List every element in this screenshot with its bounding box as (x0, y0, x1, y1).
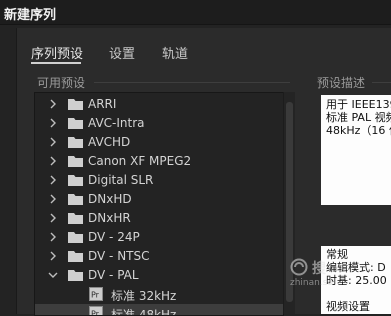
folder-icon (68, 212, 83, 224)
preset-folder-dnxhd[interactable]: DNxHD (35, 190, 283, 209)
watermark: 搜 zhinan.so (290, 258, 390, 298)
preset-folder-dv-ntsc[interactable]: DV - NTSC (35, 247, 283, 266)
search-logo-icon (290, 258, 308, 276)
chevron-right-icon[interactable] (48, 175, 58, 185)
svg-text:Pr: Pr (91, 310, 100, 316)
chevron-right-icon[interactable] (48, 99, 58, 109)
svg-text:Pr: Pr (91, 291, 100, 300)
list-item-label: ARRI (88, 97, 116, 111)
watermark-subtext: zhinan.so (290, 278, 333, 288)
folder-icon (68, 269, 83, 281)
active-tab-indicator (31, 62, 81, 64)
chevron-right-icon[interactable] (48, 118, 58, 128)
list-item-label: DV - 24P (88, 230, 140, 244)
description-line: 48kHz（16 位 (326, 124, 391, 137)
description-line: 用于 IEEE139 (326, 98, 391, 111)
preset-folder-canon-xf-mpeg2[interactable]: Canon XF MPEG2 (35, 152, 283, 171)
tab-settings[interactable]: 设置 (109, 43, 135, 62)
description-line: 标准 PAL 视频 (326, 111, 391, 124)
preset-description-label: 预设描述 (317, 74, 365, 91)
chevron-right-icon[interactable] (48, 137, 58, 147)
chevron-right-icon[interactable] (48, 194, 58, 204)
preset-folder-arri[interactable]: ARRI (35, 95, 283, 114)
folder-icon (68, 174, 83, 186)
list-item-label: Digital SLR (88, 173, 153, 187)
preset-folder-avchd[interactable]: AVCHD (35, 133, 283, 152)
window-title: 新建序列 (4, 4, 56, 23)
preset-folder-avc-intra[interactable]: AVC-Intra (35, 114, 283, 133)
preset-standard-32khz[interactable]: Pr 标准 32kHz (35, 285, 283, 304)
list-item-label: AVCHD (88, 135, 130, 149)
folder-icon (68, 98, 83, 110)
watermark-text: 搜 (312, 258, 326, 278)
preset-folder-dnxhr[interactable]: DNxHR (35, 209, 283, 228)
list-item-label: 标准 48kHz (111, 306, 176, 316)
list-item-label: DNxHD (88, 192, 132, 206)
description-divider (372, 82, 391, 83)
folder-icon (68, 250, 83, 262)
premiere-preset-file-icon: Pr (89, 306, 103, 316)
folder-icon (68, 193, 83, 205)
chevron-down-icon[interactable] (48, 270, 58, 280)
preset-list[interactable]: ARRI AVC-Intra AVCHD Canon XF MPEG2 Digi… (34, 92, 284, 316)
tab-tracks[interactable]: 轨道 (162, 43, 188, 62)
folder-icon (68, 136, 83, 148)
preset-folder-digital-slr[interactable]: Digital SLR (35, 171, 283, 190)
preset-folder-dv-24p[interactable]: DV - 24P (35, 228, 283, 247)
preset-folder-dv-pal[interactable]: DV - PAL (35, 266, 283, 285)
list-item-label: DV - PAL (88, 268, 139, 282)
preset-standard-48khz[interactable]: Pr 标准 48kHz (35, 304, 283, 316)
list-item-label: Canon XF MPEG2 (88, 154, 191, 168)
list-item-label: AVC-Intra (88, 116, 145, 130)
chevron-right-icon[interactable] (48, 156, 58, 166)
title-bar[interactable]: 新建序列 (0, 0, 391, 25)
list-item-label: 标准 32kHz (111, 287, 176, 304)
list-item-label: DNxHR (88, 211, 131, 225)
folder-icon (68, 117, 83, 129)
available-presets-label: 可用预设 (37, 74, 85, 91)
folder-icon (68, 231, 83, 243)
chevron-right-icon[interactable] (48, 232, 58, 242)
tab-sequence-presets[interactable]: 序列预设 (31, 43, 83, 62)
presets-divider (94, 82, 290, 83)
chevron-right-icon[interactable] (48, 213, 58, 223)
chevron-right-icon[interactable] (48, 251, 58, 261)
details-line: 视频设置 (326, 300, 370, 313)
preset-description-box: 用于 IEEE139 标准 PAL 视频 48kHz（16 位 (321, 95, 391, 205)
folder-icon (68, 155, 83, 167)
list-item-label: DV - NTSC (88, 249, 150, 263)
premiere-preset-file-icon: Pr (89, 287, 103, 301)
